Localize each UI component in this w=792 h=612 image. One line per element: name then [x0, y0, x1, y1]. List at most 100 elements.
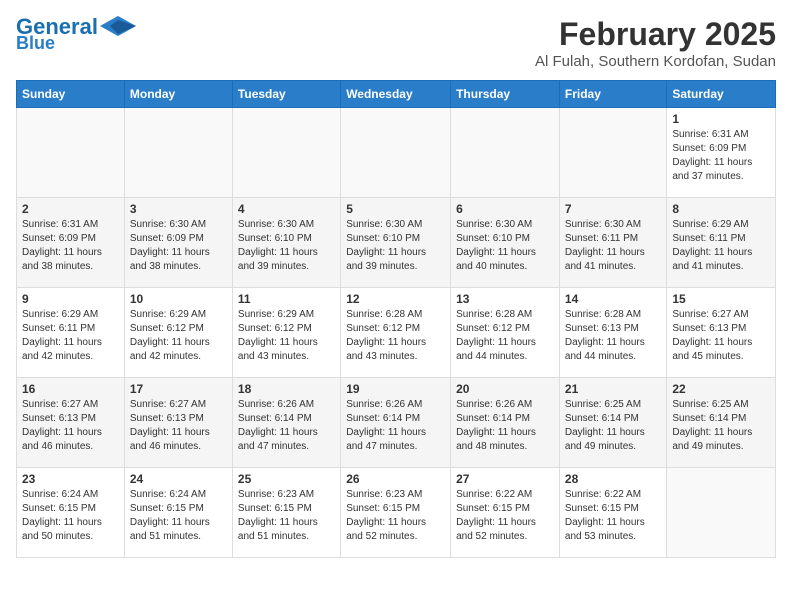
calendar-cell: 19 Sunrise: 6:26 AM Sunset: 6:14 PM Dayli…	[341, 378, 451, 468]
calendar-week-5: 23 Sunrise: 6:24 AM Sunset: 6:15 PM Dayli…	[17, 468, 776, 558]
calendar-cell	[451, 108, 560, 198]
day-info: Sunrise: 6:29 AM Sunset: 6:12 PM Dayligh…	[238, 308, 335, 364]
day-number: 23	[22, 472, 119, 486]
page-title: February 2025	[535, 16, 776, 53]
column-header-saturday: Saturday	[667, 81, 776, 108]
calendar-cell: 17Sunrise: 6:27 AM Sunset: 6:13 PM Dayli…	[124, 378, 232, 468]
day-info: Sunrise: 6:31 AM Sunset: 6:09 PM Dayligh…	[22, 218, 119, 274]
calendar-cell	[232, 108, 340, 198]
calendar-cell: 23 Sunrise: 6:24 AM Sunset: 6:15 PM Dayli…	[17, 468, 125, 558]
day-info: Sunrise: 6:31 AM Sunset: 6:09 PM Dayligh…	[672, 128, 770, 184]
calendar-cell: 5 Sunrise: 6:30 AM Sunset: 6:10 PM Daylig…	[341, 198, 451, 288]
calendar-cell	[124, 108, 232, 198]
day-info: Sunrise: 6:29 AM Sunset: 6:11 PM Dayligh…	[22, 308, 119, 364]
calendar-cell: 11 Sunrise: 6:29 AM Sunset: 6:12 PM Dayli…	[232, 288, 340, 378]
logo: General Blue	[16, 16, 136, 52]
column-header-friday: Friday	[559, 81, 666, 108]
calendar-week-1: 1 Sunrise: 6:31 AM Sunset: 6:09 PM Daylig…	[17, 108, 776, 198]
day-info: Sunrise: 6:27 AM Sunset: 6:13 PM Dayligh…	[130, 398, 227, 454]
calendar-cell	[341, 108, 451, 198]
calendar-cell: 12 Sunrise: 6:28 AM Sunset: 6:12 PM Dayli…	[341, 288, 451, 378]
day-number: 22	[672, 382, 770, 396]
calendar-cell: 24Sunrise: 6:24 AM Sunset: 6:15 PM Dayli…	[124, 468, 232, 558]
calendar-cell: 21 Sunrise: 6:25 AM Sunset: 6:14 PM Dayli…	[559, 378, 666, 468]
day-info: Sunrise: 6:26 AM Sunset: 6:14 PM Dayligh…	[456, 398, 554, 454]
day-number: 10	[130, 292, 227, 306]
day-number: 27	[456, 472, 554, 486]
day-info: Sunrise: 6:28 AM Sunset: 6:12 PM Dayligh…	[456, 308, 554, 364]
day-info: Sunrise: 6:24 AM Sunset: 6:15 PM Dayligh…	[22, 488, 119, 544]
calendar-cell: 10 Sunrise: 6:29 AM Sunset: 6:12 PM Dayli…	[124, 288, 232, 378]
calendar-cell: 28 Sunrise: 6:22 AM Sunset: 6:15 PM Dayli…	[559, 468, 666, 558]
calendar-cell: 27Sunrise: 6:22 AM Sunset: 6:15 PM Dayli…	[451, 468, 560, 558]
day-info: Sunrise: 6:30 AM Sunset: 6:11 PM Dayligh…	[565, 218, 661, 274]
day-info: Sunrise: 6:29 AM Sunset: 6:12 PM Dayligh…	[130, 308, 227, 364]
day-number: 14	[565, 292, 661, 306]
day-number: 21	[565, 382, 661, 396]
day-info: Sunrise: 6:23 AM Sunset: 6:15 PM Dayligh…	[346, 488, 445, 544]
calendar-cell	[17, 108, 125, 198]
calendar-cell: 1 Sunrise: 6:31 AM Sunset: 6:09 PM Daylig…	[667, 108, 776, 198]
day-info: Sunrise: 6:28 AM Sunset: 6:13 PM Dayligh…	[565, 308, 661, 364]
logo-icon	[100, 16, 136, 36]
calendar-cell: 26 Sunrise: 6:23 AM Sunset: 6:15 PM Dayli…	[341, 468, 451, 558]
calendar-cell: 22 Sunrise: 6:25 AM Sunset: 6:14 PM Dayli…	[667, 378, 776, 468]
calendar-header-row: SundayMondayTuesdayWednesdayThursdayFrid…	[17, 81, 776, 108]
day-info: Sunrise: 6:24 AM Sunset: 6:15 PM Dayligh…	[130, 488, 227, 544]
calendar-cell: 18 Sunrise: 6:26 AM Sunset: 6:14 PM Dayli…	[232, 378, 340, 468]
day-number: 20	[456, 382, 554, 396]
day-number: 3	[130, 202, 227, 216]
calendar-cell: 15 Sunrise: 6:27 AM Sunset: 6:13 PM Dayli…	[667, 288, 776, 378]
day-number: 2	[22, 202, 119, 216]
calendar-table: SundayMondayTuesdayWednesdayThursdayFrid…	[16, 80, 776, 558]
day-info: Sunrise: 6:26 AM Sunset: 6:14 PM Dayligh…	[238, 398, 335, 454]
day-info: Sunrise: 6:30 AM Sunset: 6:10 PM Dayligh…	[346, 218, 445, 274]
column-header-tuesday: Tuesday	[232, 81, 340, 108]
day-info: Sunrise: 6:30 AM Sunset: 6:10 PM Dayligh…	[238, 218, 335, 274]
day-number: 26	[346, 472, 445, 486]
day-info: Sunrise: 6:28 AM Sunset: 6:12 PM Dayligh…	[346, 308, 445, 364]
title-block: February 2025 Al Fulah, Southern Kordofa…	[535, 16, 776, 70]
day-number: 15	[672, 292, 770, 306]
day-info: Sunrise: 6:30 AM Sunset: 6:09 PM Dayligh…	[130, 218, 227, 274]
day-info: Sunrise: 6:29 AM Sunset: 6:11 PM Dayligh…	[672, 218, 770, 274]
calendar-cell: 7 Sunrise: 6:30 AM Sunset: 6:11 PM Daylig…	[559, 198, 666, 288]
calendar-cell: 8Sunrise: 6:29 AM Sunset: 6:11 PM Daylig…	[667, 198, 776, 288]
calendar-cell: 6Sunrise: 6:30 AM Sunset: 6:10 PM Daylig…	[451, 198, 560, 288]
day-number: 1	[672, 112, 770, 126]
page-header: General Blue February 2025 Al Fulah, Sou…	[16, 16, 776, 70]
day-number: 7	[565, 202, 661, 216]
day-number: 13	[456, 292, 554, 306]
day-number: 6	[456, 202, 554, 216]
calendar-cell: 25Sunrise: 6:23 AM Sunset: 6:15 PM Dayli…	[232, 468, 340, 558]
day-info: Sunrise: 6:27 AM Sunset: 6:13 PM Dayligh…	[672, 308, 770, 364]
day-info: Sunrise: 6:27 AM Sunset: 6:13 PM Dayligh…	[22, 398, 119, 454]
day-info: Sunrise: 6:26 AM Sunset: 6:14 PM Dayligh…	[346, 398, 445, 454]
day-number: 9	[22, 292, 119, 306]
calendar-cell: 16Sunrise: 6:27 AM Sunset: 6:13 PM Dayli…	[17, 378, 125, 468]
day-number: 5	[346, 202, 445, 216]
calendar-cell: 9 Sunrise: 6:29 AM Sunset: 6:11 PM Daylig…	[17, 288, 125, 378]
calendar-week-4: 16Sunrise: 6:27 AM Sunset: 6:13 PM Dayli…	[17, 378, 776, 468]
day-info: Sunrise: 6:25 AM Sunset: 6:14 PM Dayligh…	[565, 398, 661, 454]
calendar-cell	[559, 108, 666, 198]
page-subtitle: Al Fulah, Southern Kordofan, Sudan	[535, 53, 776, 70]
calendar-week-3: 9 Sunrise: 6:29 AM Sunset: 6:11 PM Daylig…	[17, 288, 776, 378]
calendar-cell: 14 Sunrise: 6:28 AM Sunset: 6:13 PM Dayli…	[559, 288, 666, 378]
column-header-thursday: Thursday	[451, 81, 560, 108]
calendar-cell: 2 Sunrise: 6:31 AM Sunset: 6:09 PM Daylig…	[17, 198, 125, 288]
calendar-week-2: 2 Sunrise: 6:31 AM Sunset: 6:09 PM Daylig…	[17, 198, 776, 288]
column-header-wednesday: Wednesday	[341, 81, 451, 108]
calendar-cell	[667, 468, 776, 558]
day-number: 18	[238, 382, 335, 396]
day-number: 4	[238, 202, 335, 216]
day-number: 19	[346, 382, 445, 396]
day-info: Sunrise: 6:25 AM Sunset: 6:14 PM Dayligh…	[672, 398, 770, 454]
calendar-cell: 13 Sunrise: 6:28 AM Sunset: 6:12 PM Dayli…	[451, 288, 560, 378]
day-info: Sunrise: 6:22 AM Sunset: 6:15 PM Dayligh…	[565, 488, 661, 544]
day-number: 28	[565, 472, 661, 486]
day-number: 25	[238, 472, 335, 486]
day-number: 11	[238, 292, 335, 306]
calendar-cell: 3 Sunrise: 6:30 AM Sunset: 6:09 PM Daylig…	[124, 198, 232, 288]
day-number: 12	[346, 292, 445, 306]
